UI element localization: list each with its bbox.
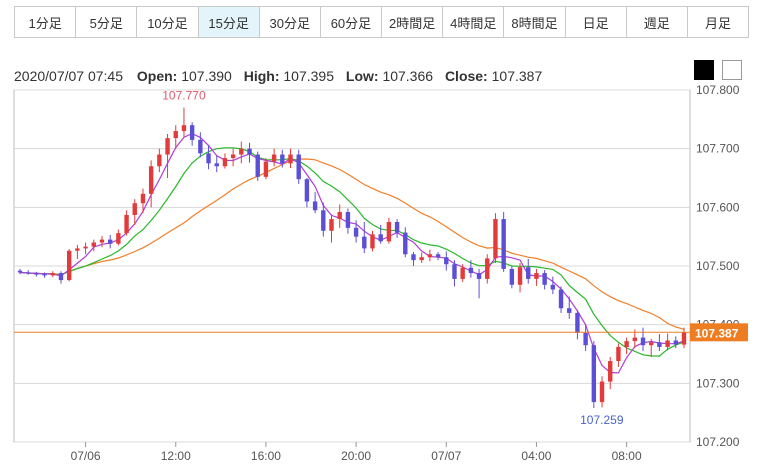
y-tick-label: 107.600 (696, 200, 740, 214)
candle-body (107, 239, 113, 244)
x-tick-label: 08:00 (612, 449, 642, 463)
candle-body (452, 264, 457, 279)
candle-body (640, 337, 646, 346)
candle-body (230, 154, 236, 159)
candle-body (444, 257, 449, 265)
candle-body (173, 131, 178, 139)
candle-body (468, 267, 474, 274)
candle-body (550, 284, 556, 290)
candle-body (493, 219, 498, 259)
candle-body (83, 246, 88, 249)
candle-body (657, 342, 662, 347)
candle-body (321, 210, 326, 231)
candle-body (189, 125, 195, 140)
candle-body (66, 250, 72, 281)
candle-body (681, 332, 687, 345)
candle-body (222, 158, 228, 167)
candle-body (42, 274, 47, 276)
candle-body (157, 154, 162, 167)
candle-body (542, 273, 547, 285)
candle-body (616, 346, 621, 362)
candle-body (599, 381, 605, 403)
y-tick-label: 107.700 (696, 142, 740, 156)
candle-body (673, 340, 679, 345)
x-tick-label: 07/07 (431, 449, 461, 463)
candle-body (34, 273, 39, 275)
candle-body (583, 332, 588, 346)
candle-body (58, 273, 64, 281)
candle-body (165, 138, 170, 155)
x-tick-label: 12:00 (161, 449, 191, 463)
candle-body (181, 125, 187, 132)
candle-body (198, 139, 203, 154)
candle-body (91, 242, 96, 247)
candle-body (419, 257, 424, 261)
candle-body (132, 203, 137, 215)
candle-body (271, 154, 277, 162)
y-tick-label: 107.500 (696, 259, 740, 273)
candle-body (50, 273, 55, 276)
candle-body (288, 154, 293, 164)
candle-body (460, 267, 465, 279)
candle-body (558, 289, 564, 309)
candle-body (75, 248, 80, 251)
candle-body (345, 212, 351, 228)
candle-body (304, 179, 310, 202)
candle-body (632, 337, 638, 342)
candle-body (534, 273, 539, 279)
candle-body (485, 258, 490, 279)
x-tick-label: 20:00 (341, 449, 371, 463)
candle-body (370, 234, 375, 249)
candle-body (411, 254, 416, 261)
y-tick-label: 107.800 (696, 83, 740, 97)
candle-body (329, 219, 334, 231)
candle-body (124, 214, 129, 234)
candle-body (362, 236, 367, 249)
candle-body (206, 153, 211, 164)
min-price-annotation: 107.259 (580, 413, 624, 427)
candle-body (575, 312, 580, 333)
candle-body (378, 234, 383, 242)
y-tick-label: 107.200 (696, 435, 740, 449)
candlestick-chart: 107.800107.700107.600107.500107.400107.3… (13, 83, 748, 463)
candle-body (427, 254, 433, 258)
x-tick-label: 16:00 (251, 449, 281, 463)
candle-body (263, 161, 269, 177)
candle-body (25, 272, 31, 274)
candle-body (624, 341, 629, 347)
candle-body (591, 345, 597, 403)
candle-body (148, 166, 154, 194)
candle-body (99, 239, 105, 243)
candle-body (608, 361, 613, 382)
candle-body (386, 222, 392, 242)
candle-body (280, 154, 285, 164)
candle-body (476, 273, 482, 279)
candle-body (649, 342, 654, 346)
candle-body (403, 232, 408, 255)
candle-body (665, 340, 670, 347)
current-price-label: 107.387 (695, 326, 739, 340)
candle-body (394, 222, 400, 233)
candle-body (501, 219, 506, 269)
x-tick-label: 04:00 (521, 449, 551, 463)
candle-body (509, 268, 515, 285)
candle-body (526, 267, 531, 279)
y-tick-label: 107.300 (696, 376, 740, 390)
candle-body (337, 212, 342, 220)
candle-body (435, 254, 441, 258)
max-price-annotation: 107.770 (162, 89, 206, 103)
candle-body (255, 154, 260, 177)
candle-body (239, 148, 244, 155)
candle-body (140, 193, 146, 204)
candle-body (296, 154, 301, 180)
candle-body (214, 163, 219, 167)
candle-body (116, 233, 121, 244)
candle-body (353, 227, 359, 237)
candle-body (17, 270, 23, 273)
candle-body (247, 148, 252, 155)
x-tick-label: 07/06 (71, 449, 101, 463)
candle-body (567, 308, 572, 313)
candle-body (517, 267, 523, 285)
candle-body (312, 201, 318, 211)
